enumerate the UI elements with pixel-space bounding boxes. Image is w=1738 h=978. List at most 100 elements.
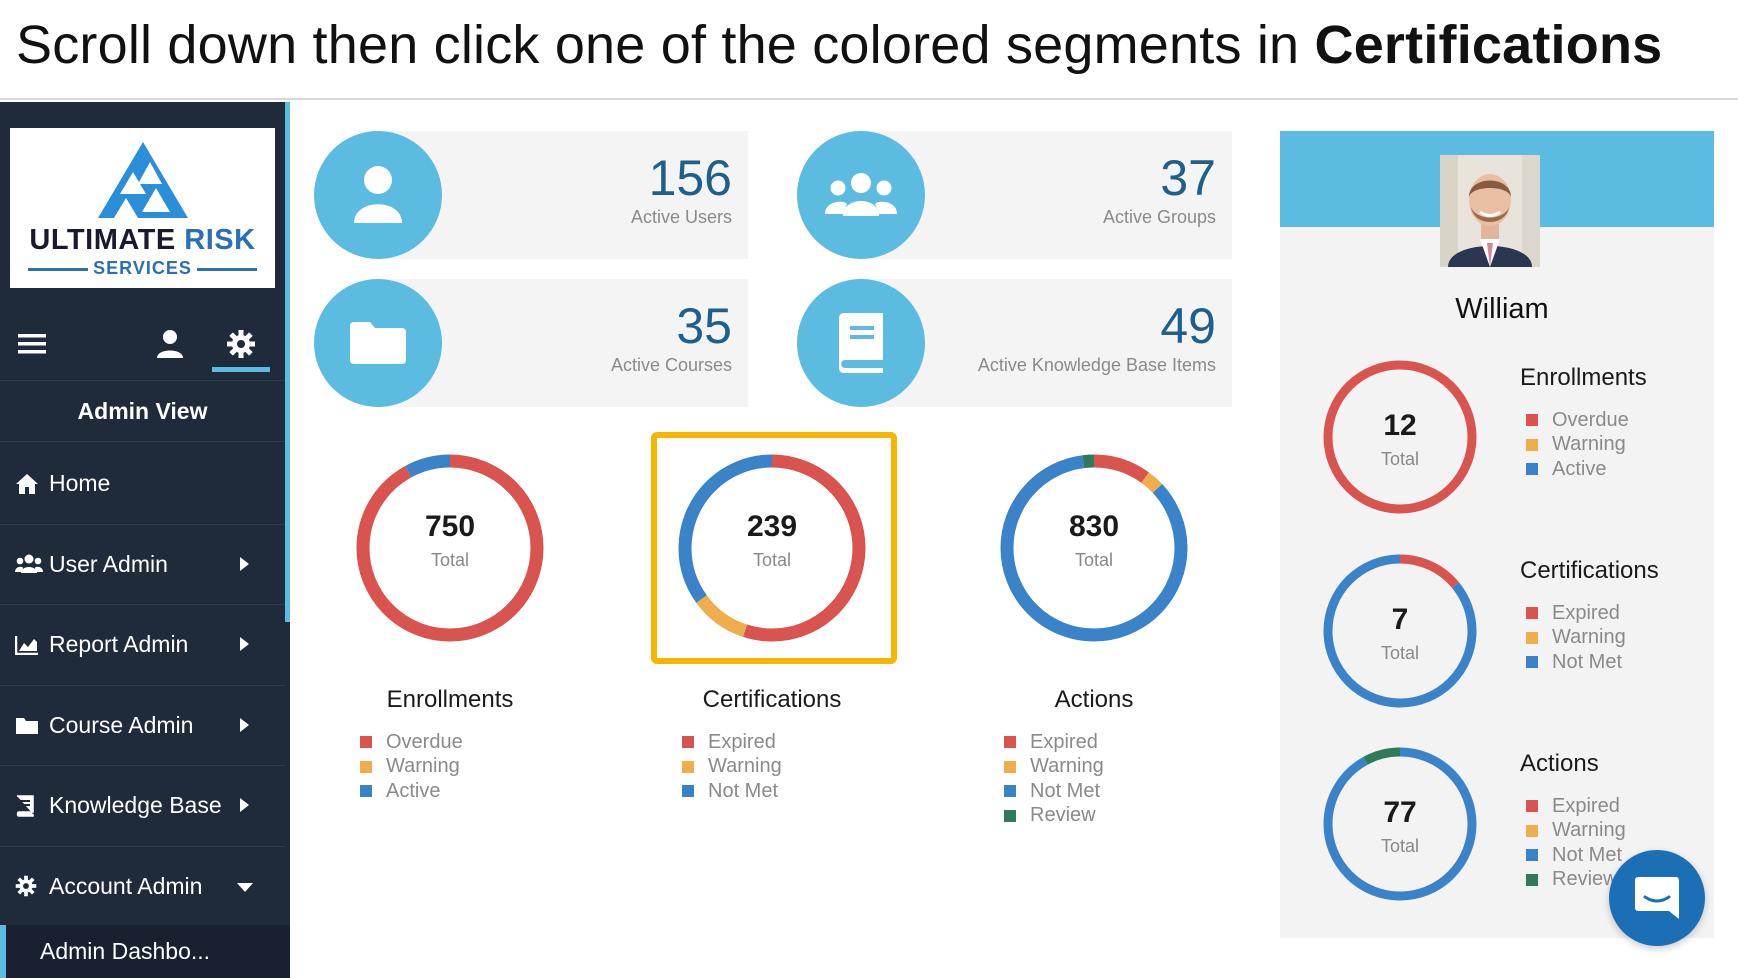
users-icon — [15, 552, 43, 576]
legend-swatch — [1526, 631, 1538, 644]
legend-swatch — [1526, 463, 1538, 476]
logo-subtitle: SERVICES — [93, 258, 192, 278]
company-logo[interactable]: ULTIMATE RISK SERVICES — [10, 128, 275, 288]
sidebar-item-label: User Admin — [49, 550, 168, 577]
sidebar-scrollbar[interactable] — [285, 102, 290, 622]
chart-title: Certifications — [1520, 557, 1659, 584]
folder-icon — [15, 713, 43, 737]
sidebar-subitem-admin-dashboard[interactable]: Admin Dashbo... — [0, 925, 290, 978]
sidebar-item-label: Knowledge Base — [49, 792, 222, 819]
sidebar-item-label: Course Admin — [49, 711, 194, 738]
legend-item[interactable]: Warning — [682, 755, 782, 780]
legend-item[interactable]: Expired — [1526, 601, 1626, 626]
stat-label: Active Knowledge Base Items — [977, 355, 1216, 375]
menu-icon[interactable] — [10, 324, 54, 364]
legend-item[interactable]: Not Met — [1526, 650, 1626, 675]
folder-icon — [314, 279, 442, 407]
sidebar-nav: Home User Admin Report Admin Course Admi… — [0, 444, 285, 927]
chart-title: Actions — [1520, 750, 1599, 777]
chat-button[interactable] — [1609, 850, 1705, 946]
sidebar: ULTIMATE RISK SERVICES Admin View Home U… — [0, 102, 290, 978]
group-icon — [797, 131, 925, 259]
chevron-down-icon — [237, 882, 253, 892]
certifications-donut[interactable] — [672, 448, 872, 648]
legend-item[interactable]: Expired — [682, 730, 782, 755]
stat-value: 35 — [676, 298, 732, 354]
stat-label: Active Groups — [1102, 207, 1216, 227]
sidebar-item-label: Report Admin — [49, 631, 189, 658]
legend-item[interactable]: Warning — [360, 755, 463, 780]
chart-icon — [15, 633, 43, 657]
legend-item[interactable]: Warning — [1526, 626, 1626, 651]
avatar[interactable] — [1440, 155, 1540, 267]
legend-item[interactable]: Not Met — [1526, 843, 1626, 868]
profile-actions-legend: Expired Warning Not Met Review — [1526, 794, 1626, 892]
donut-total-label: Total — [1380, 449, 1420, 469]
legend-swatch — [1004, 785, 1016, 798]
legend-swatch — [1526, 656, 1538, 669]
legend-item[interactable]: Warning — [1526, 819, 1626, 844]
chart-title: Enrollments — [386, 686, 514, 713]
legend-swatch — [682, 785, 694, 798]
sidebar-item-user-admin[interactable]: User Admin — [0, 525, 285, 605]
sidebar-item-knowledge-base[interactable]: Knowledge Base — [0, 766, 285, 847]
profile-name: William — [1455, 293, 1549, 325]
stat-value: 49 — [1160, 298, 1216, 354]
legend-item[interactable]: Not Met — [682, 779, 782, 804]
legend-item[interactable]: Active — [1526, 457, 1629, 482]
chart-title: Enrollments — [1520, 364, 1647, 391]
legend-item[interactable]: Warning — [1004, 755, 1104, 780]
sidebar-toolbar — [0, 312, 285, 372]
legend-item[interactable]: Review — [1004, 804, 1104, 829]
sidebar-item-account-admin[interactable]: Account Admin — [0, 847, 285, 927]
legend-item[interactable]: Active — [360, 779, 463, 804]
certifications-legend: Expired Warning Not Met — [682, 730, 782, 804]
stat-value: 156 — [648, 150, 732, 206]
logo-mark-icon — [98, 142, 188, 218]
legend-swatch — [1526, 800, 1538, 813]
expired-segment[interactable] — [356, 454, 544, 642]
legend-swatch — [682, 760, 694, 773]
gear-icon[interactable] — [212, 324, 270, 372]
enrollments-donut[interactable] — [350, 448, 550, 648]
legend-item[interactable]: Not Met — [1004, 779, 1104, 804]
actions-donut[interactable] — [994, 448, 1194, 648]
profile-enrollments-chart: 12 Total — [1320, 357, 1480, 517]
legend-item[interactable]: Overdue — [360, 730, 463, 755]
chart-title: Certifications — [702, 686, 842, 713]
sidebar-item-course-admin[interactable]: Course Admin — [0, 686, 285, 766]
certifications-chart: 239 Total — [672, 448, 872, 648]
legend-item[interactable]: Expired — [1004, 730, 1104, 755]
legend-item[interactable]: Overdue — [1526, 408, 1629, 433]
legend-swatch — [682, 736, 694, 749]
book-icon — [797, 279, 925, 407]
donut-total: 239 — [746, 510, 798, 543]
sidebar-item-report-admin[interactable]: Report Admin — [0, 605, 285, 686]
profile-enrollments-legend: Overdue Warning Active — [1526, 408, 1629, 482]
legend-item[interactable]: Warning — [1526, 433, 1629, 458]
sidebar-item-label: Account Admin — [49, 872, 203, 899]
chat-icon — [1635, 877, 1679, 919]
user-icon[interactable] — [148, 324, 192, 364]
enrollments-legend: Overdue Warning Active — [360, 730, 463, 804]
sidebar-item-label: Home — [49, 470, 111, 497]
book-icon — [15, 794, 43, 818]
donut-total-label: Total — [1380, 836, 1420, 856]
donut-total: 7 — [1391, 603, 1409, 636]
home-icon — [15, 472, 43, 496]
legend-item[interactable]: Expired — [1526, 794, 1626, 819]
legend-swatch — [360, 785, 372, 798]
profile-certifications-chart: 7 Total — [1320, 551, 1480, 711]
donut-total-label: Total — [430, 550, 470, 570]
gear-icon — [15, 874, 43, 898]
profile-certifications-legend: Expired Warning Not Met — [1526, 601, 1626, 675]
legend-swatch — [1526, 414, 1538, 427]
legend-swatch — [360, 760, 372, 773]
donut-total-label: Total — [752, 550, 792, 570]
instruction-banner: Scroll down then click one of the colore… — [0, 0, 1738, 100]
legend-swatch — [1526, 607, 1538, 620]
legend-swatch — [1004, 736, 1016, 749]
sidebar-item-home[interactable]: Home — [0, 444, 285, 525]
profile-panel: William 12 Total Enrollments Overdue War… — [1280, 131, 1714, 938]
chart-title: Actions — [1054, 686, 1134, 713]
